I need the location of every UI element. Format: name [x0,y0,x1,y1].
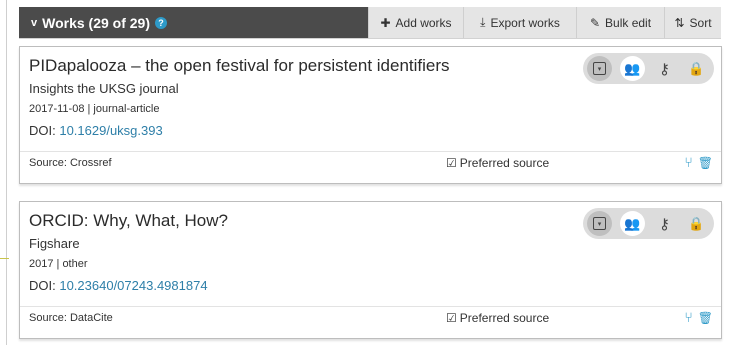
work-title[interactable]: PIDapalooza – the open festival for pers… [29,56,450,76]
export-works-button[interactable]: ⤓ Export works [463,7,576,38]
plus-icon: ✚ [380,15,391,30]
doi-label: DOI: [29,123,60,138]
add-works-label: Add works [395,15,452,30]
work-title[interactable]: ORCID: Why, What, How? [29,211,228,231]
doi-link[interactable]: 10.23640/07243.4981874 [59,278,207,293]
work-doi: DOI: 10.1629/uksg.393 [29,123,163,138]
work-item: ORCID: Why, What, How? Figshare 2017 | o… [19,201,722,339]
work-journal: Insights the UKSG journal [29,81,179,96]
add-works-button[interactable]: ✚ Add works [368,7,463,38]
private-lock-icon[interactable]: 🔒 [684,211,709,236]
checkbox-icon: ☑ [446,311,457,325]
bulk-edit-button[interactable]: ✎ Bulk edit [576,7,664,38]
preferred-source-label: Preferred source [459,156,550,170]
doi-link[interactable]: 10.1629/uksg.393 [59,123,162,138]
left-frame-line [6,0,7,345]
preferred-source: ☑ Preferred source [446,156,549,170]
preferred-source: ☑ Preferred source [446,311,549,325]
card-divider [20,151,721,152]
sort-icon: ⇅ [674,15,685,30]
privacy-toggle-button[interactable]: ▾ [587,211,612,236]
download-icon: ⤓ [480,15,486,29]
privacy-selector: ▾ 👥 ⚷ 🔒 [583,53,714,84]
works-title: Works (29 of 29) [42,14,151,31]
work-item: PIDapalooza – the open festival for pers… [19,46,722,184]
work-meta: 2017-11-08 | journal-article [29,103,160,115]
sort-button[interactable]: ⇅ Sort [664,7,721,38]
privacy-selector: ▾ 👥 ⚷ 🔒 [583,208,714,239]
work-actions: ⑂ 🗑 [684,309,713,325]
trusted-parties-icon[interactable]: ⚷ [652,211,677,236]
toggle-icon: ▾ [593,217,606,230]
work-doi: DOI: 10.23640/07243.4981874 [29,278,208,293]
everyone-icon[interactable]: 👥 [620,211,645,236]
branch-icon[interactable]: ⑂ [684,309,692,325]
preferred-source-label: Preferred source [459,311,550,325]
branch-icon[interactable]: ⑂ [684,154,692,170]
chevron-down-icon: v [31,16,38,29]
work-source: Source: Crossref [29,157,112,169]
work-source: Source: DataCite [29,312,113,324]
help-icon[interactable]: ? [155,16,168,29]
bulk-edit-label: Bulk edit [605,15,652,30]
work-journal: Figshare [29,236,80,251]
private-lock-icon[interactable]: 🔒 [684,56,709,81]
everyone-icon[interactable]: 👥 [620,56,645,81]
pencil-icon: ✎ [589,15,601,30]
trash-icon[interactable]: 🗑 [698,311,713,325]
checkbox-icon: ☑ [446,156,457,170]
trash-icon[interactable]: 🗑 [698,156,713,170]
export-works-label: Export works [490,15,560,30]
works-toggle[interactable]: v Works (29 of 29) ? [19,7,368,38]
work-meta: 2017 | other [29,258,88,270]
doi-label: DOI: [29,278,60,293]
frame-tick [0,258,9,259]
work-actions: ⑂ 🗑 [684,154,713,170]
toggle-icon: ▾ [593,62,606,75]
trusted-parties-icon[interactable]: ⚷ [652,56,677,81]
sort-label: Sort [689,15,712,30]
privacy-toggle-button[interactable]: ▾ [587,56,612,81]
works-header: v Works (29 of 29) ? ✚ Add works ⤓ Expor… [19,7,721,39]
card-divider [20,306,721,307]
